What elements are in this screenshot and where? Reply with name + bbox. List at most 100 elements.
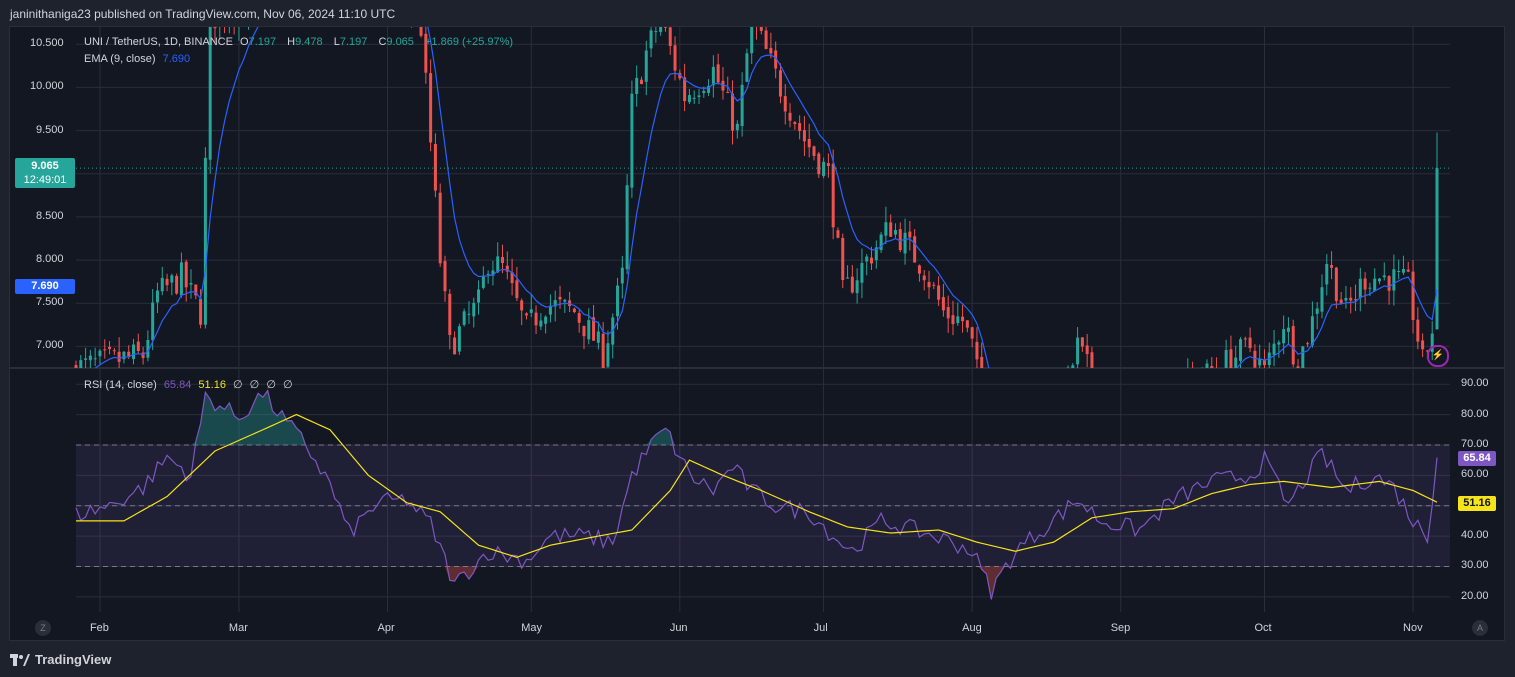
candle-body bbox=[1243, 338, 1247, 340]
candle-body bbox=[1186, 372, 1189, 397]
last-price-value: 9.065 bbox=[31, 160, 59, 172]
candle-body bbox=[233, 17, 236, 24]
candle-body bbox=[1153, 390, 1156, 397]
candle-body bbox=[1172, 388, 1175, 407]
candle-body bbox=[1377, 278, 1381, 282]
candle-body bbox=[203, 157, 207, 325]
rsi-tick-label: 70.00 bbox=[1461, 437, 1489, 450]
candle-body bbox=[616, 285, 620, 317]
candle-body bbox=[175, 275, 179, 294]
candle-body bbox=[160, 277, 164, 292]
candle-body bbox=[1201, 380, 1204, 384]
candle-body bbox=[630, 93, 634, 188]
rsi-legend[interactable]: RSI (14, close) 65.84 51.16 ∅ ∅ ∅ ∅ bbox=[84, 378, 297, 391]
candle-body bbox=[702, 90, 706, 94]
candle-body bbox=[1363, 278, 1367, 290]
candle-body bbox=[1182, 394, 1185, 395]
candle-body bbox=[74, 365, 78, 368]
candle-body bbox=[1344, 297, 1348, 301]
candle-body bbox=[841, 237, 845, 281]
candle-body bbox=[711, 66, 715, 86]
candle-body bbox=[1196, 379, 1199, 388]
rsi-tick-label: 30.00 bbox=[1461, 559, 1489, 572]
time-tick-label: Oct bbox=[1254, 622, 1272, 634]
candle-body bbox=[1310, 316, 1314, 346]
candle-body bbox=[860, 263, 864, 283]
rsi-tick-label: 20.00 bbox=[1461, 589, 1489, 602]
candle-body bbox=[433, 144, 437, 191]
candle-body bbox=[563, 299, 567, 302]
candle-body bbox=[1129, 389, 1132, 408]
rsi-ma-tag: 51.16 bbox=[1458, 496, 1496, 511]
candle-body bbox=[961, 316, 965, 322]
candle-body bbox=[783, 96, 787, 112]
candle-body bbox=[778, 70, 782, 97]
candle-body bbox=[1339, 299, 1343, 304]
candle-body bbox=[155, 290, 159, 303]
candle-body bbox=[1406, 269, 1410, 272]
candle-body bbox=[1095, 381, 1098, 404]
candle-body bbox=[1291, 326, 1295, 365]
rsi-ma-value: 51.16 bbox=[198, 379, 226, 391]
candle-body bbox=[271, 0, 274, 2]
candle-body bbox=[453, 337, 457, 355]
candle-body bbox=[1105, 390, 1108, 400]
candle-body bbox=[798, 123, 802, 131]
candle-body bbox=[764, 30, 768, 49]
candle-body bbox=[980, 356, 984, 368]
candle-body bbox=[654, 31, 658, 33]
ema-legend[interactable]: EMA (9, close) 7.690 bbox=[84, 53, 194, 65]
candle-body bbox=[242, 7, 245, 18]
ema-value: 7.690 bbox=[162, 53, 191, 65]
candle-body bbox=[410, 6, 413, 14]
candle-body bbox=[985, 395, 988, 438]
candle-body bbox=[1286, 327, 1290, 332]
candle-body bbox=[908, 231, 912, 238]
candle-body bbox=[865, 256, 869, 262]
candle-body bbox=[956, 316, 960, 324]
candle-body bbox=[1224, 349, 1228, 368]
last-price-tag: 9.065 12:49:01 bbox=[15, 158, 75, 188]
candle-body bbox=[1124, 383, 1127, 406]
candle-body bbox=[1066, 367, 1070, 368]
candle-body bbox=[529, 309, 533, 313]
candle-body bbox=[1325, 263, 1329, 285]
auto-scale-button[interactable]: A bbox=[1472, 620, 1488, 636]
candle-body bbox=[1134, 385, 1137, 388]
chart-canvas[interactable] bbox=[0, 0, 1515, 677]
candle-body bbox=[917, 265, 921, 274]
candle-body bbox=[1258, 358, 1262, 366]
rsi-label: RSI (14, close) bbox=[84, 379, 157, 391]
tradingview-logo[interactable]: TradingView bbox=[10, 652, 111, 667]
candle-body bbox=[1038, 418, 1041, 428]
candle-body bbox=[218, 11, 221, 25]
candle-body bbox=[524, 313, 528, 316]
lightning-icon[interactable]: ⚡ bbox=[1427, 345, 1449, 367]
candle-body bbox=[1435, 168, 1439, 330]
candle-body bbox=[108, 346, 112, 350]
candle-body bbox=[884, 222, 888, 236]
symbol-title[interactable]: UNI / TetherUS, 1D, BINANCE bbox=[84, 36, 233, 48]
candle-body bbox=[127, 351, 131, 356]
candle-body bbox=[635, 77, 639, 94]
bar-countdown: 12:49:01 bbox=[23, 174, 67, 186]
time-tick-label: Jun bbox=[669, 622, 688, 634]
ema-line bbox=[94, 27, 1438, 368]
zoom-button[interactable]: Z bbox=[35, 620, 51, 636]
candle-body bbox=[663, 27, 667, 28]
rsi-pane bbox=[75, 389, 1450, 600]
candle-body bbox=[457, 326, 461, 352]
candle-body bbox=[112, 350, 116, 352]
candle-body bbox=[1334, 267, 1338, 302]
candle-body bbox=[208, 27, 212, 160]
rsi-overbought-fill bbox=[76, 390, 1437, 445]
candle-body bbox=[668, 27, 672, 47]
price-tick-label: 8.000 bbox=[36, 253, 64, 266]
candle-body bbox=[731, 93, 735, 131]
candle-body bbox=[759, 27, 763, 31]
candle-body bbox=[1085, 345, 1089, 355]
candle-body bbox=[103, 349, 107, 351]
candle-body bbox=[687, 95, 691, 103]
candle-body bbox=[1373, 278, 1377, 291]
candle-body bbox=[1392, 269, 1396, 291]
